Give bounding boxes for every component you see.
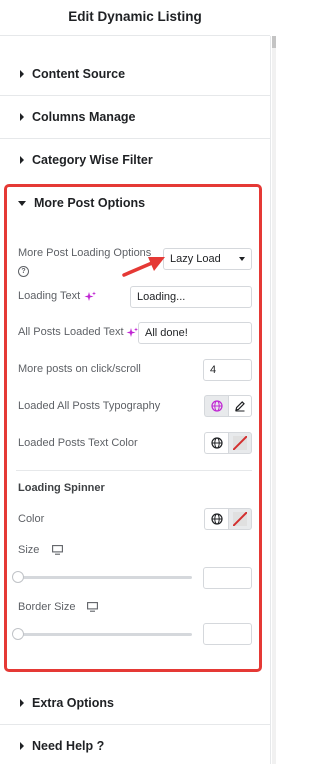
section-more-post-options[interactable]: More Post Options [0, 182, 260, 224]
section-need-help[interactable]: Need Help ? [0, 725, 270, 767]
border-size-input[interactable] [203, 623, 252, 645]
caret-right-icon [20, 699, 24, 707]
pencil-icon[interactable] [228, 395, 252, 417]
spinner-color-label: Color [18, 513, 45, 525]
size-slider-track[interactable] [18, 576, 192, 579]
ai-sparkle-icon[interactable] [84, 291, 96, 303]
caret-down-icon [18, 200, 26, 206]
section-label: Need Help ? [32, 739, 105, 753]
chevron-down-icon [239, 257, 245, 261]
border-size-slider-track[interactable] [18, 633, 192, 636]
loading-text-value: Loading... [137, 291, 186, 303]
panel-edge [270, 36, 271, 764]
globe-icon[interactable] [204, 508, 228, 530]
section-label: Columns Manage [32, 110, 136, 124]
divider [16, 470, 252, 471]
border-size-label: Border Size [18, 601, 76, 613]
section-label: Extra Options [32, 696, 114, 710]
loading-options-select[interactable]: Lazy Load [163, 248, 252, 270]
typography-label: Loaded All Posts Typography [18, 400, 161, 412]
section-extra-options[interactable]: Extra Options [0, 682, 270, 724]
caret-right-icon [20, 156, 24, 164]
size-input[interactable] [203, 567, 252, 589]
more-posts-label: More posts on click/scroll [18, 363, 141, 375]
scrollbar-thumb[interactable] [272, 36, 276, 48]
ai-sparkle-icon[interactable] [126, 327, 138, 339]
loading-text-label: Loading Text [18, 290, 81, 302]
loading-options-value: Lazy Load [170, 253, 221, 265]
all-loaded-value: All done! [145, 327, 188, 339]
section-columns-manage[interactable]: Columns Manage [0, 96, 270, 138]
all-loaded-label: All Posts Loaded Text [18, 326, 124, 338]
text-color-label: Loaded Posts Text Color [18, 437, 138, 449]
loading-text-input[interactable]: Loading... [130, 286, 252, 308]
globe-icon[interactable] [204, 395, 228, 417]
section-label: More Post Options [34, 196, 146, 210]
section-content-source[interactable]: Content Source [0, 53, 270, 95]
help-icon[interactable]: ? [18, 260, 29, 278]
all-loaded-input[interactable]: All done! [138, 322, 252, 344]
text-color-controls [204, 432, 252, 454]
globe-icon[interactable] [204, 432, 228, 454]
section-category-wise-filter[interactable]: Category Wise Filter [0, 139, 270, 181]
size-label: Size [18, 544, 40, 556]
arrow-annotation [122, 257, 165, 277]
section-label: Content Source [32, 67, 126, 81]
panel-title: Edit Dynamic Listing [68, 9, 202, 24]
desktop-icon[interactable] [52, 545, 63, 555]
caret-right-icon [20, 742, 24, 750]
border-size-slider-handle[interactable] [12, 628, 24, 640]
color-picker-button[interactable] [228, 508, 252, 530]
typography-controls [204, 395, 252, 417]
section-label: Category Wise Filter [32, 153, 153, 167]
no-color-icon [233, 436, 247, 450]
no-color-icon [233, 512, 247, 526]
color-picker-button[interactable] [228, 432, 252, 454]
caret-right-icon [20, 113, 24, 121]
more-posts-number-input[interactable]: 4 [203, 359, 252, 381]
more-posts-value: 4 [210, 364, 217, 376]
caret-right-icon [20, 70, 24, 78]
spinner-heading: Loading Spinner [18, 482, 105, 494]
size-slider-handle[interactable] [12, 571, 24, 583]
header-divider [0, 35, 270, 36]
desktop-icon[interactable] [87, 602, 98, 612]
spinner-color-controls [204, 508, 252, 530]
scrollbar-track[interactable] [272, 36, 276, 764]
